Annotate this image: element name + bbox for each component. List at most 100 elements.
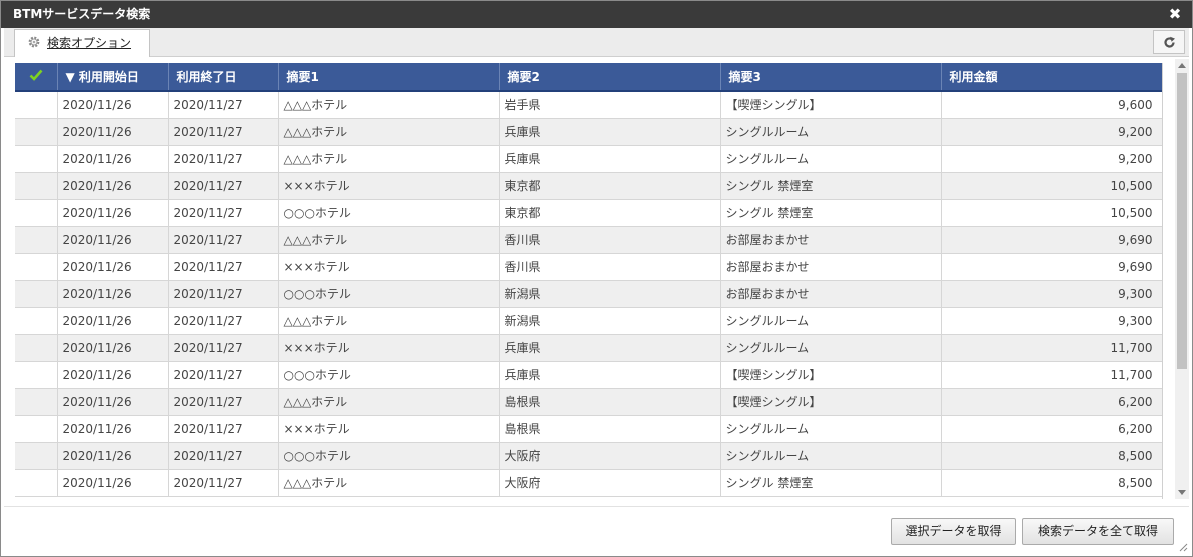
cell-end-date: 2020/11/27 bbox=[168, 361, 279, 389]
cell-summary1: ×××ホテル bbox=[278, 415, 500, 443]
table-row[interactable]: 2020/11/26 2020/11/27 ○○○ホテル 兵庫県 【喫煙シングル】 11,… bbox=[15, 361, 1162, 389]
column-header-end-date[interactable]: 利用終了日 bbox=[168, 63, 279, 92]
table-row[interactable]: 2020/11/26 2020/11/27 ○○○ホテル 東京都 シングル 禁煙室 10,… bbox=[15, 199, 1162, 227]
get-selected-data-button[interactable]: 選択データを取得 bbox=[891, 518, 1016, 545]
vertical-scrollbar[interactable] bbox=[1175, 59, 1189, 499]
close-icon[interactable]: ✖ bbox=[1168, 7, 1182, 22]
cell-summary3: シングルルーム bbox=[720, 307, 942, 335]
cell-summary3: シングルルーム bbox=[720, 334, 942, 362]
cell-end-date: 2020/11/27 bbox=[168, 226, 279, 254]
row-select-cell[interactable] bbox=[15, 469, 58, 497]
cell-start-date: 2020/11/26 bbox=[57, 442, 169, 470]
cell-summary2: 新潟県 bbox=[499, 307, 721, 335]
select-all-checkbox[interactable] bbox=[15, 63, 58, 92]
row-select-cell[interactable] bbox=[15, 145, 58, 173]
cell-amount: 11,700 bbox=[941, 361, 1162, 389]
cell-amount: 11,700 bbox=[941, 334, 1162, 362]
resize-grip-icon[interactable] bbox=[1178, 542, 1188, 552]
table-row[interactable]: 2020/11/26 2020/11/27 △△△ホテル 大阪府 シングル 禁煙室 8,5… bbox=[15, 469, 1162, 497]
table-row[interactable]: 2020/11/26 2020/11/27 △△△ホテル 新潟県 シングルルーム 9,30… bbox=[15, 307, 1162, 335]
cell-summary2: 兵庫県 bbox=[499, 118, 721, 146]
cell-end-date: 2020/11/27 bbox=[168, 91, 279, 119]
tab-search-options[interactable]: 検索オプション bbox=[14, 29, 150, 57]
table-row[interactable]: 2020/11/26 2020/11/27 △△△ホテル 兵庫県 シングルルーム 9,20… bbox=[15, 118, 1162, 146]
row-select-cell[interactable] bbox=[15, 442, 58, 470]
cell-summary1: ×××ホテル bbox=[278, 172, 500, 200]
cell-end-date: 2020/11/27 bbox=[168, 253, 279, 281]
cell-summary3: シングルルーム bbox=[720, 442, 942, 470]
row-select-cell[interactable] bbox=[15, 118, 58, 146]
table-row[interactable]: 2020/11/26 2020/11/27 △△△ホテル 岩手県 【喫煙シングル】 9,6… bbox=[15, 91, 1162, 119]
cell-end-date: 2020/11/27 bbox=[168, 388, 279, 416]
gear-icon bbox=[28, 36, 40, 48]
row-select-cell[interactable] bbox=[15, 226, 58, 254]
dialog-titlebar[interactable]: BTMサービスデータ検索 ✖ bbox=[1, 1, 1192, 28]
table-row[interactable]: 2020/11/26 2020/11/27 ×××ホテル 兵庫県 シングルルーム 11,7… bbox=[15, 334, 1162, 362]
cell-summary1: △△△ホテル bbox=[278, 469, 500, 497]
column-header-start-date[interactable]: ▼ 利用開始日 bbox=[57, 63, 169, 92]
cell-summary3: シングル 禁煙室 bbox=[720, 172, 942, 200]
table-row[interactable]: 2020/11/26 2020/11/27 ○○○ホテル 大阪府 シングルルーム 8,50… bbox=[15, 442, 1162, 470]
cell-summary2: 島根県 bbox=[499, 415, 721, 443]
cell-summary2: 岩手県 bbox=[499, 91, 721, 119]
tab-label: 検索オプション bbox=[47, 36, 132, 50]
row-select-cell[interactable] bbox=[15, 361, 58, 389]
column-header-summary1[interactable]: 摘要1 bbox=[278, 63, 500, 92]
row-select-cell[interactable] bbox=[15, 307, 58, 335]
cell-end-date: 2020/11/27 bbox=[168, 415, 279, 443]
cell-summary3: お部屋おまかせ bbox=[720, 226, 942, 254]
cell-summary1: ○○○ホテル bbox=[278, 442, 500, 470]
refresh-button[interactable] bbox=[1153, 30, 1185, 54]
cell-summary2: 兵庫県 bbox=[499, 145, 721, 173]
scroll-up-icon[interactable] bbox=[1178, 63, 1186, 68]
cell-summary2: 香川県 bbox=[499, 253, 721, 281]
get-all-data-button[interactable]: 検索データを全て取得 bbox=[1022, 518, 1174, 545]
table-row[interactable]: 2020/11/26 2020/11/27 △△△ホテル 島根県 【喫煙シングル】 6,2… bbox=[15, 388, 1162, 416]
row-select-cell[interactable] bbox=[15, 415, 58, 443]
cell-summary1: △△△ホテル bbox=[278, 307, 500, 335]
cell-start-date: 2020/11/26 bbox=[57, 280, 169, 308]
column-header-amount[interactable]: 利用金額 bbox=[941, 63, 1162, 92]
cell-amount: 9,600 bbox=[941, 91, 1162, 119]
row-select-cell[interactable] bbox=[15, 172, 58, 200]
cell-start-date: 2020/11/26 bbox=[57, 172, 169, 200]
cell-summary2: 島根県 bbox=[499, 388, 721, 416]
table-row[interactable]: 2020/11/26 2020/11/27 ×××ホテル 香川県 お部屋おまかせ 9,69… bbox=[15, 253, 1162, 281]
cell-summary1: △△△ホテル bbox=[278, 226, 500, 254]
cell-summary1: △△△ホテル bbox=[278, 388, 500, 416]
scroll-down-icon[interactable] bbox=[1178, 490, 1186, 495]
header-row: ▼ 利用開始日 利用終了日 摘要1 摘要2 摘要3 利用金額 bbox=[15, 63, 1162, 92]
table-row[interactable]: 2020/11/26 2020/11/27 ×××ホテル 島根県 シングルルーム 6,20… bbox=[15, 415, 1162, 443]
cell-summary3: 【喫煙シングル】 bbox=[720, 388, 942, 416]
cell-summary3: お部屋おまかせ bbox=[720, 280, 942, 308]
row-select-cell[interactable] bbox=[15, 253, 58, 281]
footer-divider bbox=[4, 506, 1189, 507]
row-select-cell[interactable] bbox=[15, 91, 58, 119]
row-select-cell[interactable] bbox=[15, 388, 58, 416]
cell-start-date: 2020/11/26 bbox=[57, 145, 169, 173]
row-select-cell[interactable] bbox=[15, 280, 58, 308]
cell-summary2: 大阪府 bbox=[499, 469, 721, 497]
column-header-summary2[interactable]: 摘要2 bbox=[499, 63, 721, 92]
column-header-summary3[interactable]: 摘要3 bbox=[720, 63, 942, 92]
refresh-icon bbox=[1164, 36, 1175, 48]
table-row[interactable]: 2020/11/26 2020/11/27 ○○○ホテル 新潟県 お部屋おまかせ 9,30… bbox=[15, 280, 1162, 308]
row-select-cell[interactable] bbox=[15, 334, 58, 362]
cell-summary1: ○○○ホテル bbox=[278, 280, 500, 308]
cell-summary3: お部屋おまかせ bbox=[720, 253, 942, 281]
table-row[interactable]: 2020/11/26 2020/11/27 ×××ホテル 東京都 シングル 禁煙室 10,… bbox=[15, 172, 1162, 200]
cell-start-date: 2020/11/26 bbox=[57, 199, 169, 227]
cell-amount: 10,500 bbox=[941, 199, 1162, 227]
scroll-thumb[interactable] bbox=[1177, 73, 1187, 369]
cell-amount: 6,200 bbox=[941, 388, 1162, 416]
row-select-cell[interactable] bbox=[15, 199, 58, 227]
cell-summary3: シングルルーム bbox=[720, 145, 942, 173]
cell-end-date: 2020/11/27 bbox=[168, 442, 279, 470]
cell-amount: 8,500 bbox=[941, 469, 1162, 497]
table-row[interactable]: 2020/11/26 2020/11/27 △△△ホテル 香川県 お部屋おまかせ 9,69… bbox=[15, 226, 1162, 254]
cell-start-date: 2020/11/26 bbox=[57, 415, 169, 443]
table-row[interactable]: 2020/11/26 2020/11/27 △△△ホテル 兵庫県 シングルルーム 9,20… bbox=[15, 145, 1162, 173]
cell-start-date: 2020/11/26 bbox=[57, 91, 169, 119]
cell-summary1: ○○○ホテル bbox=[278, 361, 500, 389]
toolbar: 検索オプション bbox=[4, 28, 1189, 57]
